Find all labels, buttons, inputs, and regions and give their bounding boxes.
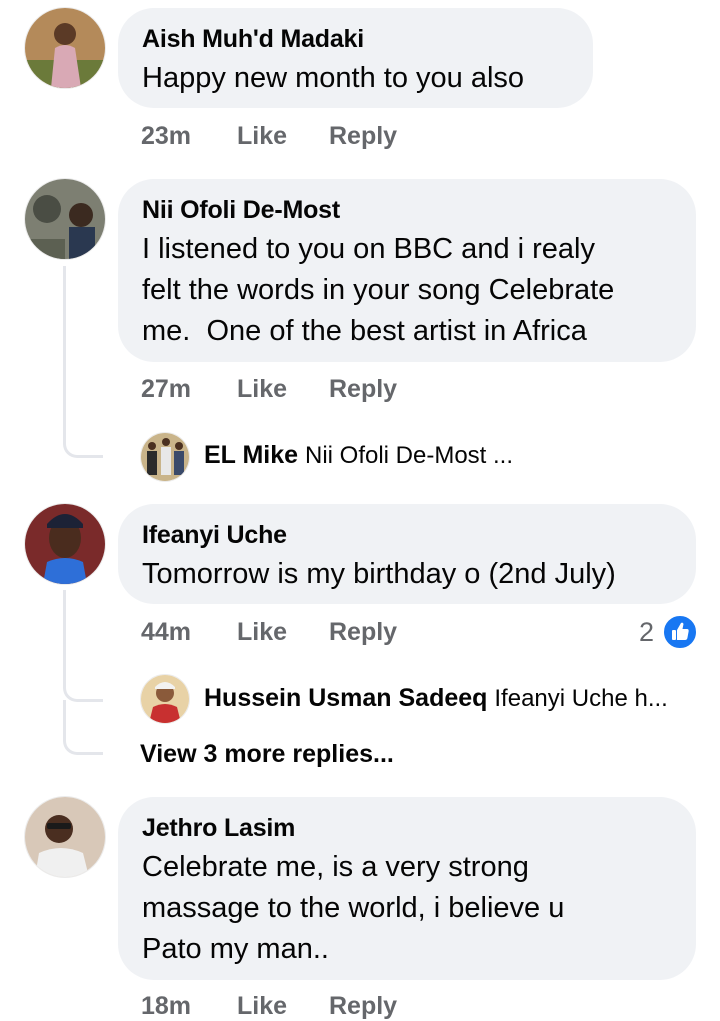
avatar-photo bbox=[25, 8, 105, 88]
comment-text: I listened to you on BBC and i realy fel… bbox=[142, 233, 615, 347]
reply-preview[interactable]: Hussein Usman Sadeeq Ifeanyi Uche h... bbox=[204, 683, 668, 714]
comment-bubble: Ifeanyi Uche Tomorrow is my birthday o (… bbox=[118, 504, 696, 604]
comment-author[interactable]: Jethro Lasim bbox=[142, 813, 295, 843]
avatar-nii[interactable] bbox=[24, 178, 106, 260]
reply-author: EL Mike bbox=[204, 441, 299, 469]
avatar-photo bbox=[25, 179, 105, 259]
comment-actions: 23m Like Reply bbox=[141, 121, 441, 151]
avatar-ifeanyi[interactable] bbox=[24, 503, 106, 585]
like-button[interactable]: Like bbox=[237, 121, 287, 151]
comment-author[interactable]: Nii Ofoli De-Most bbox=[142, 195, 340, 225]
comment-text: Tomorrow is my birthday o (2nd July) bbox=[142, 558, 616, 590]
comment-author[interactable]: Aish Muh'd Madaki bbox=[142, 24, 364, 54]
comment-author[interactable]: Ifeanyi Uche bbox=[142, 520, 287, 550]
comment-actions: 27m Like Reply bbox=[141, 374, 441, 404]
reply-button[interactable]: Reply bbox=[329, 991, 397, 1021]
comment-time[interactable]: 44m bbox=[141, 617, 191, 647]
thumbs-up-glyph bbox=[672, 622, 689, 640]
comment-bubble: Aish Muh'd Madaki Happy new month to you… bbox=[118, 8, 593, 108]
thread-line bbox=[63, 266, 103, 458]
avatar-el-mike[interactable] bbox=[140, 432, 190, 482]
avatar-jethro[interactable] bbox=[24, 796, 106, 878]
thumbs-up-icon[interactable] bbox=[662, 614, 698, 650]
reply-snippet: Nii Ofoli De-Most ... bbox=[304, 442, 514, 469]
avatar-photo bbox=[25, 504, 105, 584]
avatar-hussein[interactable] bbox=[140, 674, 190, 724]
comment-time[interactable]: 23m bbox=[141, 121, 191, 151]
avatar-aish[interactable] bbox=[24, 7, 106, 89]
view-more-replies-button[interactable]: View 3 more replies... bbox=[140, 739, 394, 769]
like-button[interactable]: Like bbox=[237, 374, 287, 404]
avatar-photo bbox=[141, 675, 189, 723]
like-button[interactable]: Like bbox=[237, 617, 287, 647]
comment-bubble: Jethro Lasim Celebrate me, is a very str… bbox=[118, 797, 696, 980]
comment-bubble: Nii Ofoli De-Most I listened to you on B… bbox=[118, 179, 696, 362]
comment-actions: 18m Like Reply bbox=[141, 991, 441, 1021]
thread-line bbox=[63, 590, 103, 702]
like-button[interactable]: Like bbox=[237, 991, 287, 1021]
reply-snippet: Ifeanyi Uche h... bbox=[494, 685, 668, 712]
thread-line bbox=[63, 700, 103, 755]
reaction-count[interactable]: 2 bbox=[639, 617, 654, 647]
comment-time[interactable]: 18m bbox=[141, 991, 191, 1021]
avatar-photo bbox=[25, 797, 105, 877]
reply-author: Hussein Usman Sadeeq bbox=[204, 684, 488, 712]
avatar-photo bbox=[141, 433, 189, 481]
reply-button[interactable]: Reply bbox=[329, 617, 397, 647]
comment-time[interactable]: 27m bbox=[141, 374, 191, 404]
comment-text: Celebrate me, is a very strong massage t… bbox=[142, 851, 565, 965]
reply-button[interactable]: Reply bbox=[329, 374, 397, 404]
reply-button[interactable]: Reply bbox=[329, 121, 397, 151]
comment-actions: 44m Like Reply bbox=[141, 617, 441, 647]
comment-text: Happy new month to you also bbox=[142, 62, 525, 94]
reply-preview[interactable]: EL Mike Nii Ofoli De-Most ... bbox=[204, 440, 513, 471]
